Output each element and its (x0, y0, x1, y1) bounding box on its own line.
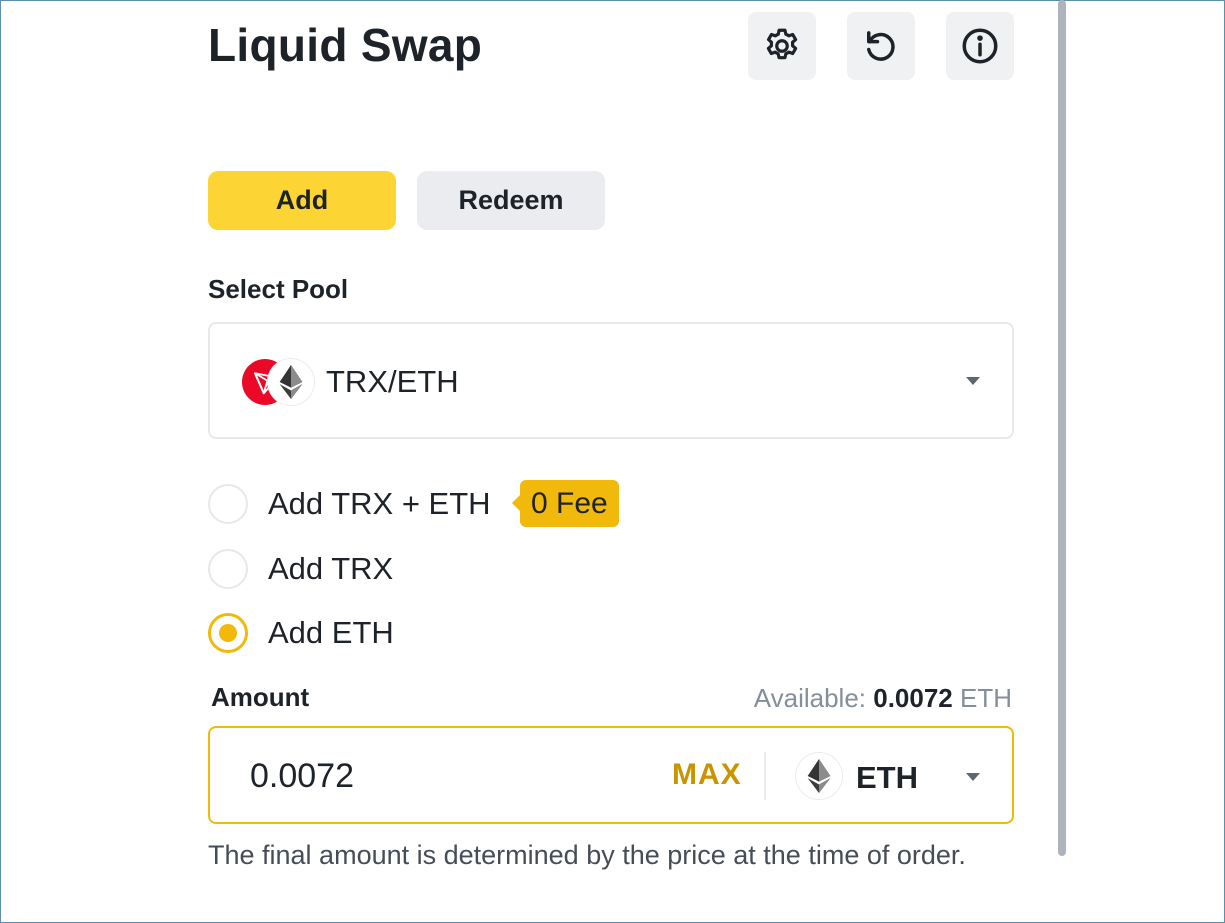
info-button[interactable] (946, 12, 1014, 80)
amount-input[interactable] (250, 754, 630, 798)
chevron-down-icon (966, 377, 980, 385)
max-button[interactable]: MAX (672, 758, 742, 792)
radio-add-trx[interactable] (208, 549, 248, 589)
asset-select[interactable]: ETH (796, 750, 996, 802)
amount-field[interactable]: MAX ETH (208, 726, 1014, 824)
option-label: Add TRX + ETH (268, 486, 491, 521)
select-pool-label: Select Pool (208, 274, 349, 304)
info-icon (962, 28, 998, 64)
history-button[interactable] (847, 12, 915, 80)
tab-add[interactable]: Add (208, 171, 396, 230)
pool-selected-value: TRX/ETH (326, 364, 459, 399)
available-balance: Available: 0.0072 ETH (754, 683, 1012, 714)
option-add-eth[interactable]: Add ETH (208, 613, 394, 653)
radio-add-eth[interactable] (208, 613, 248, 653)
eth-coin-icon (796, 753, 842, 799)
available-unit: ETH (952, 683, 1012, 713)
zero-fee-badge: 0 Fee (512, 480, 619, 527)
asset-name: ETH (856, 760, 918, 795)
available-value: 0.0072 (873, 683, 953, 713)
eth-coin-icon (268, 359, 314, 405)
option-label: Add ETH (268, 615, 394, 650)
settings-button[interactable] (748, 12, 816, 80)
pool-icons (242, 359, 314, 405)
tab-redeem[interactable]: Redeem (417, 171, 605, 230)
option-add-trx-eth[interactable]: Add TRX + ETH (208, 484, 491, 524)
scrollbar[interactable] (1058, 0, 1066, 856)
option-label: Add TRX (268, 551, 394, 586)
pool-select[interactable]: TRX/ETH (208, 322, 1014, 439)
option-add-trx[interactable]: Add TRX (208, 549, 393, 589)
available-prefix: Available: (753, 683, 874, 713)
gear-icon (766, 28, 798, 60)
price-note: The final amount is determined by the pr… (208, 840, 966, 870)
chevron-down-icon (966, 773, 980, 781)
page-title: Liquid Swap (208, 19, 483, 71)
history-icon (867, 31, 895, 61)
divider (764, 752, 766, 800)
radio-add-trx-eth[interactable] (208, 484, 248, 524)
amount-label: Amount (211, 682, 310, 712)
